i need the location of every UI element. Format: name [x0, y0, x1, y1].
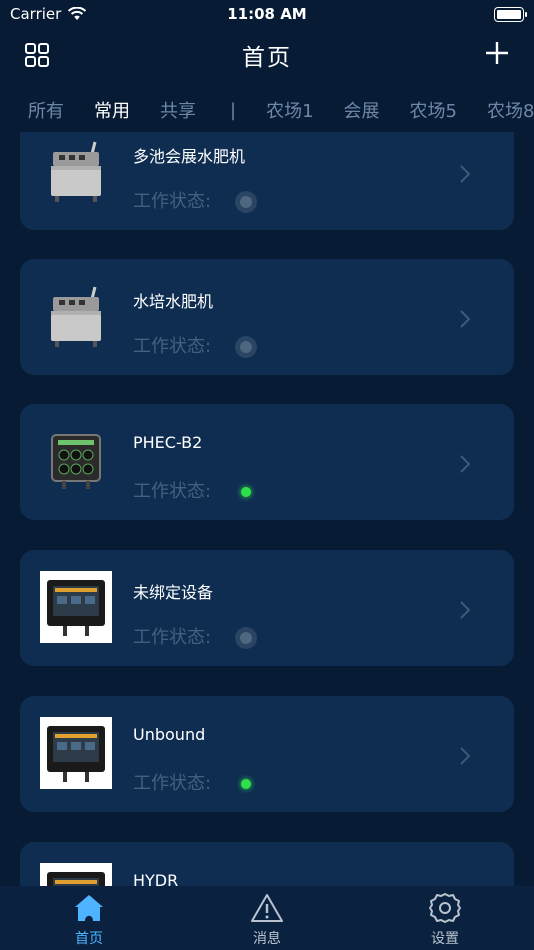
tabbar-settings-label: 设置 — [431, 931, 459, 947]
device-image-touchscreen-controller — [40, 863, 112, 886]
status-online-indicator — [241, 487, 251, 497]
device-name: Unbound — [133, 725, 206, 744]
device-image-controller-box — [40, 425, 112, 497]
status-label: 工作状态: — [133, 627, 212, 648]
device-card[interactable]: 水培水肥机 工作状态: — [20, 259, 514, 375]
status-label: 工作状态: — [133, 773, 212, 794]
device-name: 多池会展水肥机 — [133, 147, 246, 166]
tab-exhibition[interactable]: 会展 — [344, 97, 380, 123]
bottom-tab-bar: 首页 消息 设置 — [0, 886, 534, 950]
add-device-icon[interactable] — [484, 40, 510, 66]
status-label: 工作状态: — [133, 336, 212, 357]
chevron-right-icon — [460, 601, 471, 619]
device-card[interactable]: Unbound 工作状态: — [20, 696, 514, 812]
device-name: HYDR — [133, 871, 179, 886]
tabbar-home[interactable]: 首页 — [0, 886, 178, 950]
device-card[interactable]: HYDR — [20, 842, 514, 886]
device-card[interactable]: PHEC-B2 工作状态: — [20, 404, 514, 520]
group-tabs: 所有 常用 共享 | 农场1 会展 农场5 农场8 — [0, 88, 534, 132]
device-name: 水培水肥机 — [133, 292, 214, 311]
device-image-fertigation-machine — [40, 280, 112, 352]
home-icon — [75, 895, 103, 921]
device-name: PHEC-B2 — [133, 433, 203, 452]
status-label: 工作状态: — [133, 191, 212, 212]
chevron-right-icon — [460, 165, 471, 183]
tab-farm8[interactable]: 农场8 — [487, 97, 534, 123]
nav-bar: 首页 — [0, 28, 534, 82]
device-image-fertigation-machine — [40, 135, 112, 207]
device-list[interactable]: 多池会展水肥机 工作状态: 水培水肥机 工作状态: PHEC-B2 工作状态: … — [0, 132, 534, 886]
tab-shared[interactable]: 共享 — [160, 97, 196, 123]
grid-menu-icon[interactable] — [24, 42, 50, 68]
status-offline-indicator — [235, 627, 257, 649]
chevron-right-icon — [460, 310, 471, 328]
status-offline-indicator — [235, 336, 257, 358]
device-image-touchscreen-controller — [40, 717, 112, 789]
status-offline-indicator — [235, 191, 257, 213]
device-name: 未绑定设备 — [133, 583, 214, 602]
tab-all[interactable]: 所有 — [28, 97, 64, 123]
chevron-right-icon — [460, 747, 471, 765]
wifi-icon — [68, 7, 87, 20]
tabbar-settings[interactable]: 设置 — [356, 886, 534, 950]
status-label: 工作状态: — [133, 481, 212, 502]
tabbar-messages-label: 消息 — [253, 931, 281, 947]
page-title: 首页 — [242, 45, 292, 71]
tab-farm1[interactable]: 农场1 — [266, 97, 313, 123]
status-bar: Carrier — [0, 0, 534, 28]
tabbar-messages[interactable]: 消息 — [178, 886, 356, 950]
status-online-indicator — [241, 779, 251, 789]
device-image-touchscreen-controller — [40, 571, 112, 643]
warning-icon — [251, 894, 283, 922]
tabbar-home-label: 首页 — [75, 931, 103, 947]
battery-icon — [494, 6, 527, 22]
device-card[interactable]: 未绑定设备 工作状态: — [20, 550, 514, 666]
chevron-right-icon — [460, 455, 471, 473]
gear-icon — [429, 893, 461, 923]
carrier-info: Carrier — [10, 5, 87, 23]
carrier-label: Carrier — [10, 5, 62, 23]
device-card[interactable]: 多池会展水肥机 工作状态: — [20, 132, 514, 230]
tab-favorites[interactable]: 常用 — [94, 97, 130, 123]
tab-farm5[interactable]: 农场5 — [410, 97, 457, 123]
tab-separator: | — [230, 99, 237, 121]
